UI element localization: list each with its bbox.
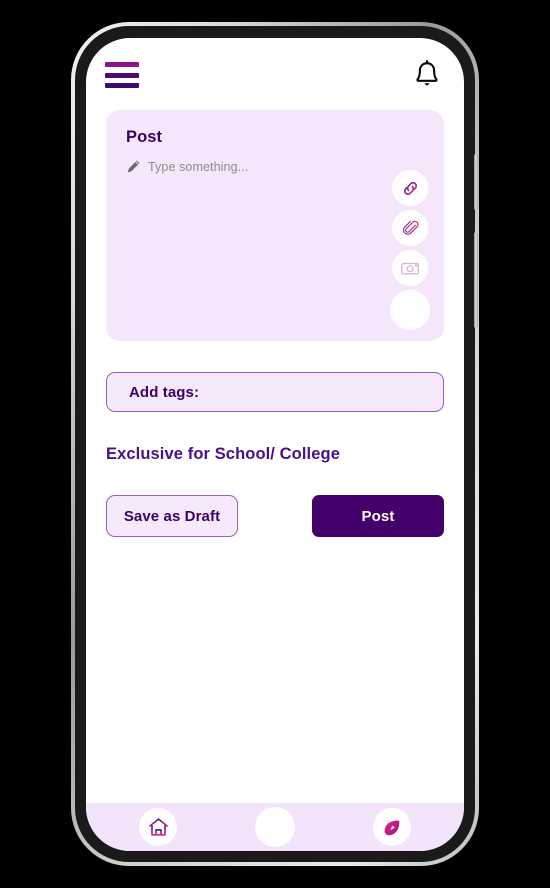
composer-action-buttons [390,170,430,330]
volume-button[interactable] [474,154,478,210]
phone-bezel: Post Type something... Add tags: Exclusi… [75,26,478,862]
home-icon[interactable] [139,808,177,846]
exclusive-heading: Exclusive for School/ College [106,445,340,463]
add-tags-label: Add tags: [129,383,200,401]
bell-icon[interactable] [410,57,444,91]
post-text-placeholder: Type something... [148,159,249,174]
hamburger-menu-icon[interactable] [105,60,139,88]
post-input-row[interactable]: Type something... [126,159,426,174]
menu-line-middle [105,72,139,78]
compass-icon[interactable] [373,808,411,846]
power-button[interactable] [474,232,478,328]
plus-icon[interactable] [390,290,430,330]
bottom-navigation-bar [86,803,464,851]
plus-icon[interactable] [255,807,295,847]
post-card-title: Post [126,128,163,146]
post-button[interactable]: Post [312,495,444,537]
save-as-draft-button[interactable]: Save as Draft [106,495,238,537]
camera-icon[interactable] [392,250,428,286]
phone-frame: Post Type something... Add tags: Exclusi… [71,22,479,866]
menu-line-bottom [105,83,139,88]
app-bar [86,38,464,110]
link-icon[interactable] [392,170,428,206]
pencil-icon [126,159,141,174]
add-tags-input[interactable]: Add tags: [106,372,444,412]
menu-line-top [105,62,139,67]
phone-screen: Post Type something... Add tags: Exclusi… [86,38,464,851]
paperclip-icon[interactable] [392,210,428,246]
post-composer-card: Post Type something... [106,110,444,341]
action-buttons-row: Save as Draft Post [106,495,444,537]
